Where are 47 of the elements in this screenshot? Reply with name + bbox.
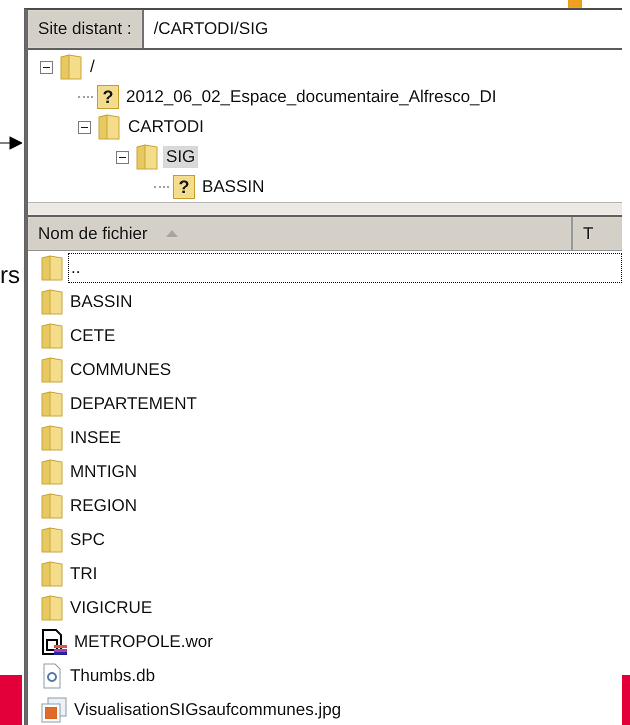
tree-item[interactable]: / <box>87 56 98 78</box>
column-header[interactable]: Nom de fichier <box>28 217 573 250</box>
file-name[interactable]: Thumbs.db <box>68 662 158 690</box>
column-header[interactable]: T <box>573 217 604 250</box>
file-name[interactable]: TRI <box>68 560 100 588</box>
tree-item[interactable]: CARTODI <box>125 116 207 138</box>
file-name[interactable]: SPC <box>68 526 107 554</box>
folder-icon <box>59 53 83 81</box>
folder-icon <box>40 322 64 350</box>
folder-icon <box>40 390 64 418</box>
folder-icon <box>40 254 64 282</box>
file-name[interactable]: COMMUNES <box>68 356 174 384</box>
folder-icon <box>40 288 64 316</box>
tree-item[interactable]: SIG <box>163 146 198 168</box>
splitter-bar[interactable] <box>28 202 622 217</box>
collapse-icon[interactable] <box>78 120 91 134</box>
folder-icon <box>40 424 64 452</box>
file-name[interactable]: VisualisationSIGsaufcommunes.jpg <box>72 696 344 724</box>
folder-icon <box>135 143 159 171</box>
file-name[interactable]: REGION <box>68 492 140 520</box>
collapse-icon[interactable] <box>40 60 53 74</box>
workspace-file-icon <box>40 628 68 656</box>
folder-icon <box>40 458 64 486</box>
folder-icon <box>40 356 64 384</box>
slide-footer-bar <box>0 675 22 725</box>
folder-icon <box>97 113 121 141</box>
tree-item[interactable]: 2012_06_02_Espace_documentaire_Alfresco_DI <box>123 86 500 108</box>
file-name[interactable]: .. <box>68 253 622 283</box>
folder-icon <box>40 560 64 588</box>
file-name[interactable]: BASSIN <box>68 288 134 316</box>
file-name[interactable]: DEPARTEMENT <box>68 390 199 418</box>
folder-icon <box>40 492 64 520</box>
folder-icon <box>40 594 64 622</box>
unknown-file-icon: ? <box>173 175 195 199</box>
slide-footer-bar <box>622 675 630 725</box>
file-name[interactable]: VIGICRUE <box>68 594 154 622</box>
pointer-arrow <box>0 136 22 150</box>
file-name[interactable]: METROPOLE.wor <box>72 628 215 656</box>
folder-icon <box>40 526 64 554</box>
remote-site-label: Site distant : <box>28 10 144 48</box>
tree-item[interactable]: BASSIN <box>199 176 268 198</box>
file-name[interactable]: MNTIGN <box>68 458 140 486</box>
file-name[interactable]: CETE <box>68 322 118 350</box>
file-name[interactable]: INSEE <box>68 424 124 452</box>
slide-text: rs <box>0 262 20 290</box>
collapse-icon[interactable] <box>116 150 129 164</box>
unknown-file-icon: ? <box>97 85 119 109</box>
